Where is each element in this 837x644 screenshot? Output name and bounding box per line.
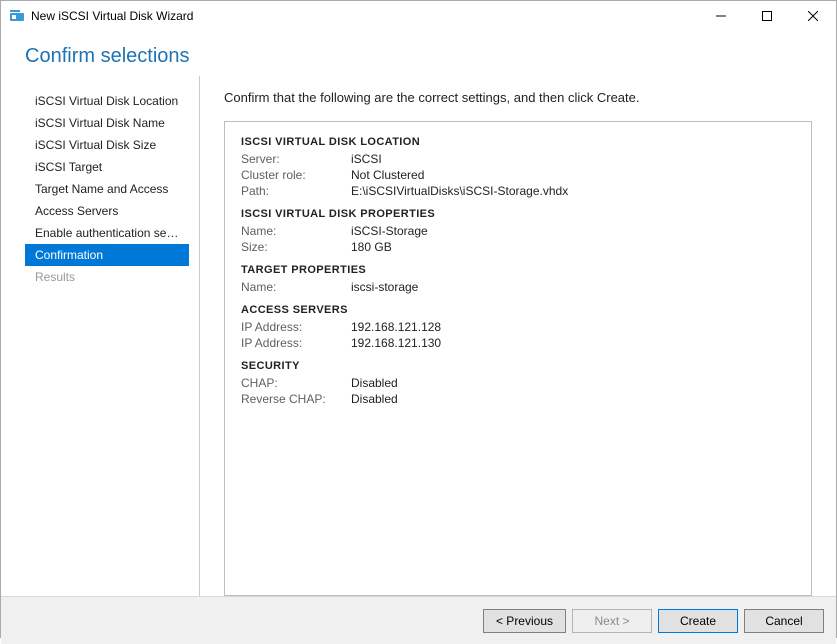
value-path: E:\iSCSIVirtualDisks\iSCSI-Storage.vhdx xyxy=(351,184,568,198)
section-security-title: SECURITY xyxy=(241,360,795,372)
wizard-footer: < Previous Next > Create Cancel xyxy=(1,596,836,644)
value-ip1: 192.168.121.128 xyxy=(351,320,441,334)
app-icon xyxy=(9,8,25,24)
row-cluster: Cluster role: Not Clustered xyxy=(241,168,795,182)
label-target-name: Name: xyxy=(241,280,351,294)
value-disk-name: iSCSI-Storage xyxy=(351,224,428,238)
row-server: Server: iSCSI xyxy=(241,152,795,166)
step-size[interactable]: iSCSI Virtual Disk Size xyxy=(25,134,189,156)
value-chap: Disabled xyxy=(351,376,398,390)
section-target-title: TARGET PROPERTIES xyxy=(241,264,795,276)
row-target-name: Name: iscsi-storage xyxy=(241,280,795,294)
maximize-button[interactable] xyxy=(744,1,790,31)
step-location[interactable]: iSCSI Virtual Disk Location xyxy=(25,90,189,112)
label-disk-size: Size: xyxy=(241,240,351,254)
row-chap: CHAP: Disabled xyxy=(241,376,795,390)
section-access-title: ACCESS SERVERS xyxy=(241,304,795,316)
label-chap: CHAP: xyxy=(241,376,351,390)
step-access-servers[interactable]: Access Servers xyxy=(25,200,189,222)
label-ip1: IP Address: xyxy=(241,320,351,334)
value-rchap: Disabled xyxy=(351,392,398,406)
close-button[interactable] xyxy=(790,1,836,31)
previous-button[interactable]: < Previous xyxy=(483,609,566,633)
step-auth[interactable]: Enable authentication ser... xyxy=(25,222,189,244)
step-confirmation[interactable]: Confirmation xyxy=(25,244,189,266)
page-title: Confirm selections xyxy=(25,45,812,68)
wizard-header: Confirm selections xyxy=(1,31,836,76)
step-name[interactable]: iSCSI Virtual Disk Name xyxy=(25,112,189,134)
section-properties-title: ISCSI VIRTUAL DISK PROPERTIES xyxy=(241,208,795,220)
value-server: iSCSI xyxy=(351,152,382,166)
row-ip1: IP Address: 192.168.121.128 xyxy=(241,320,795,334)
wizard-main: Confirm that the following are the corre… xyxy=(200,76,812,596)
value-target-name: iscsi-storage xyxy=(351,280,418,294)
label-server: Server: xyxy=(241,152,351,166)
wizard-steps-sidebar: iSCSI Virtual Disk Location iSCSI Virtua… xyxy=(25,76,200,596)
step-target-name[interactable]: Target Name and Access xyxy=(25,178,189,200)
label-path: Path: xyxy=(241,184,351,198)
section-location-title: ISCSI VIRTUAL DISK LOCATION xyxy=(241,136,795,148)
label-ip2: IP Address: xyxy=(241,336,351,350)
cancel-button[interactable]: Cancel xyxy=(744,609,824,633)
row-disk-name: Name: iSCSI-Storage xyxy=(241,224,795,238)
value-ip2: 192.168.121.130 xyxy=(351,336,441,350)
next-button: Next > xyxy=(572,609,652,633)
row-rchap: Reverse CHAP: Disabled xyxy=(241,392,795,406)
row-disk-size: Size: 180 GB xyxy=(241,240,795,254)
step-results: Results xyxy=(25,266,189,288)
window-title: New iSCSI Virtual Disk Wizard xyxy=(31,9,193,23)
row-ip2: IP Address: 192.168.121.130 xyxy=(241,336,795,350)
create-button[interactable]: Create xyxy=(658,609,738,633)
step-target[interactable]: iSCSI Target xyxy=(25,156,189,178)
row-path: Path: E:\iSCSIVirtualDisks\iSCSI-Storage… xyxy=(241,184,795,198)
titlebar: New iSCSI Virtual Disk Wizard xyxy=(1,1,836,31)
value-cluster: Not Clustered xyxy=(351,168,424,182)
value-disk-size: 180 GB xyxy=(351,240,392,254)
label-cluster: Cluster role: xyxy=(241,168,351,182)
minimize-button[interactable] xyxy=(698,1,744,31)
label-rchap: Reverse CHAP: xyxy=(241,392,351,406)
label-disk-name: Name: xyxy=(241,224,351,238)
summary-panel: ISCSI VIRTUAL DISK LOCATION Server: iSCS… xyxy=(224,121,812,596)
instruction-text: Confirm that the following are the corre… xyxy=(224,90,812,105)
